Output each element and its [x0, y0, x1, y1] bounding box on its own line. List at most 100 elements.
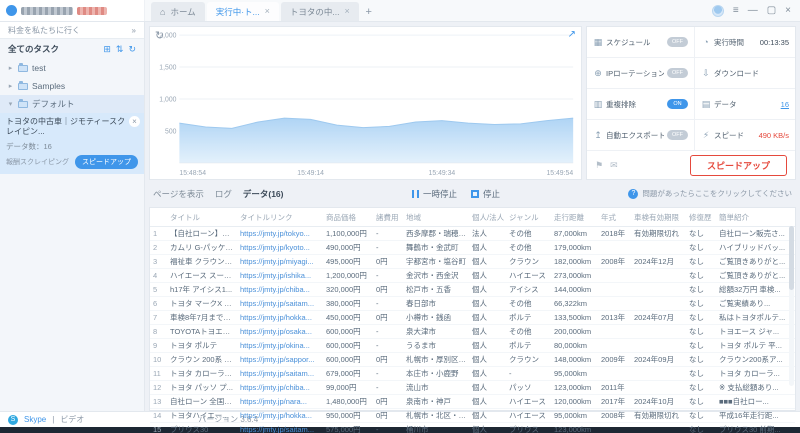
title-link-cell[interactable]: https://jmty.jp/kyoto...: [237, 240, 323, 255]
task-close-icon[interactable]: ×: [129, 116, 140, 127]
table-cell: 金沢市・西金沢: [403, 268, 469, 283]
caret-down-icon[interactable]: ▾: [7, 100, 14, 108]
chevrons-more-icon[interactable]: »: [132, 26, 136, 35]
table-cell: なし: [686, 254, 716, 269]
help-link[interactable]: ? 問題があったらここをクリックしてください: [628, 188, 792, 199]
title-link-cell[interactable]: https://jmty.jp/saitam...: [237, 422, 323, 433]
auto-export-toggle[interactable]: OFF: [667, 130, 688, 140]
title-link-cell[interactable]: https://jmty.jp/hokka...: [237, 408, 323, 423]
new-tab-button[interactable]: +: [361, 2, 377, 21]
caret-right-icon[interactable]: ▸: [7, 64, 14, 72]
column-header[interactable]: 年式: [598, 208, 631, 227]
table-cell: 2008年: [598, 254, 631, 269]
table-row[interactable]: 3 福祉車 クラウンア... https://jmty.jp/miyagi... 49…: [150, 254, 795, 269]
avatar-icon[interactable]: [711, 4, 724, 17]
title-link-cell[interactable]: https://jmty.jp/miyagi...: [237, 254, 323, 269]
skype-link[interactable]: Skype: [24, 415, 46, 424]
table-cell: ご覧頂きありがと...: [716, 254, 795, 269]
window-close-icon[interactable]: ×: [785, 5, 791, 16]
title-link-cell[interactable]: https://jmty.jp/okina...: [237, 338, 323, 353]
table-row[interactable]: 8 TOYOTAトヨエー... https://jmty.jp/osaka... 60…: [150, 324, 795, 339]
view-page-link[interactable]: ページを表示: [153, 188, 204, 200]
column-header[interactable]: 走行距離: [551, 208, 598, 227]
maximize-icon[interactable]: ▢: [767, 5, 776, 16]
mail-icon[interactable]: ✉: [610, 160, 618, 171]
add-folder-icon[interactable]: ⊞: [103, 44, 111, 55]
column-header[interactable]: タイトルリンク: [237, 208, 323, 227]
column-header[interactable]: 個人/法人: [469, 208, 506, 227]
flag-icon[interactable]: ⚑: [595, 160, 603, 171]
chart-expand-icon[interactable]: ↗: [568, 29, 576, 40]
skype-icon[interactable]: S: [8, 414, 18, 425]
column-header[interactable]: 諸費用: [373, 208, 403, 227]
table-row[interactable]: 4 ハイエース スーパ... https://jmty.jp/ishika... 1,…: [150, 268, 795, 283]
title-link-cell[interactable]: https://jmty.jp/nara...: [237, 394, 323, 409]
dedupe-toggle[interactable]: ON: [667, 99, 688, 109]
title-link-cell[interactable]: https://jmty.jp/chiba...: [237, 282, 323, 297]
title-link-cell[interactable]: https://jmty.jp/tokyo...: [237, 226, 323, 241]
table-row[interactable]: 14 トヨタハイエース2... https://jmty.jp/hokka... 95…: [150, 408, 795, 423]
download-setting[interactable]: ⇩ ダウンロード: [695, 58, 795, 89]
tab-toyota[interactable]: トヨタの中... ×: [280, 2, 359, 21]
table-row[interactable]: 13 自社ローン 全国対... https://jmty.jp/nara... 1,4…: [150, 394, 795, 409]
column-header[interactable]: 簡単紹介: [716, 208, 795, 227]
view-data-link[interactable]: データ(16): [243, 188, 284, 200]
table-row[interactable]: 7 車検8年7月まであ... https://jmty.jp/hokka... 450…: [150, 310, 795, 325]
sidebar-item-samples[interactable]: ▸ Samples: [0, 77, 144, 95]
schedule-toggle[interactable]: OFF: [667, 37, 688, 47]
task-speedup-button[interactable]: スピードアップ: [75, 154, 138, 169]
table-cell: その他: [506, 226, 551, 241]
video-link[interactable]: ビデオ: [60, 414, 84, 425]
chart-refresh-icon[interactable]: ↻: [155, 29, 164, 42]
close-icon[interactable]: ×: [265, 7, 270, 16]
table-scrollbar[interactable]: [789, 226, 794, 386]
title-link-cell[interactable]: https://jmty.jp/osaka...: [237, 324, 323, 339]
title-link-cell[interactable]: https://jmty.jp/chiba...: [237, 380, 323, 395]
sidebar-item-test[interactable]: ▸ test: [0, 59, 144, 77]
auto-export-setting: ↥ 自動エクスポート OFF: [587, 120, 695, 151]
tab-home[interactable]: ⌂ ホーム: [151, 2, 205, 21]
title-link-cell[interactable]: https://jmty.jp/saitam...: [237, 366, 323, 381]
column-header[interactable]: ジャンル: [506, 208, 551, 227]
speedup-button[interactable]: スピードアップ: [689, 154, 787, 176]
close-icon[interactable]: ×: [344, 7, 349, 16]
column-header[interactable]: タイトル: [167, 208, 237, 227]
table-cell: 11: [150, 366, 167, 381]
column-header[interactable]: 修復歴: [686, 208, 716, 227]
table-row[interactable]: 11 トヨタ カローラバ... https://jmty.jp/saitam... 6…: [150, 366, 795, 381]
column-header[interactable]: 地域: [403, 208, 469, 227]
refresh-icon[interactable]: ↻: [128, 44, 136, 55]
menu-icon[interactable]: ≡: [733, 5, 739, 16]
title-link-cell[interactable]: https://jmty.jp/ishika...: [237, 268, 323, 283]
pause-button[interactable]: 一時停止: [411, 188, 457, 200]
minimize-icon[interactable]: —: [748, 5, 758, 16]
sidebar-item-default[interactable]: ▾ デフォルト: [0, 95, 144, 113]
data-count-link[interactable]: 16: [781, 100, 789, 109]
title-link-cell[interactable]: https://jmty.jp/sappor...: [237, 352, 323, 367]
ip-rotation-toggle[interactable]: OFF: [667, 68, 688, 78]
table-row[interactable]: 9 トヨタ ポルテ https://jmty.jp/okina... 600,000円…: [150, 338, 795, 353]
table-row[interactable]: 2 カムリ G-パッケー... https://jmty.jp/kyoto... 49…: [150, 240, 795, 255]
view-log-link[interactable]: ログ: [215, 188, 232, 200]
sort-icon[interactable]: ⇅: [116, 44, 124, 55]
tab-running[interactable]: 実行中·ト... ×: [206, 2, 279, 21]
running-task-card[interactable]: トヨタの中古車｜ジモティースクレイピン... × データ数：16 報酬スクレイピ…: [0, 113, 144, 174]
table-row[interactable]: 6 トヨタ マークX ジ... https://jmty.jp/saitam... 3…: [150, 296, 795, 311]
table-row[interactable]: 15 プリウス30 https://jmty.jp/saitam... 575,000…: [150, 422, 795, 433]
table-row[interactable]: 12 トヨタ パッソ プ... https://jmty.jp/chiba... 99…: [150, 380, 795, 395]
scrollbar-thumb[interactable]: [789, 226, 794, 290]
column-header[interactable]: [150, 208, 167, 227]
table-row[interactable]: 5 h17年 アイシス1... https://jmty.jp/chiba... 32…: [150, 282, 795, 297]
table-cell: 8: [150, 324, 167, 339]
caret-right-icon[interactable]: ▸: [7, 82, 14, 90]
search-row[interactable]: 料金を私たちに行く »: [0, 22, 144, 39]
column-header[interactable]: 商品価格: [323, 208, 373, 227]
table-row[interactable]: 1 【自社ローン】タン... https://jmty.jp/tokyo... 1,1…: [150, 226, 795, 241]
table-row[interactable]: 10 クラウン 200系 2.5... https://jmty.jp/sappor…: [150, 352, 795, 367]
title-link-cell[interactable]: https://jmty.jp/hokka...: [237, 310, 323, 325]
column-header[interactable]: 車検有効期限: [631, 208, 686, 227]
table-cell: ※ 支払総額あり...: [716, 380, 795, 395]
table-cell: [598, 240, 631, 255]
stop-button[interactable]: 停止: [470, 188, 500, 200]
title-link-cell[interactable]: https://jmty.jp/saitam...: [237, 296, 323, 311]
